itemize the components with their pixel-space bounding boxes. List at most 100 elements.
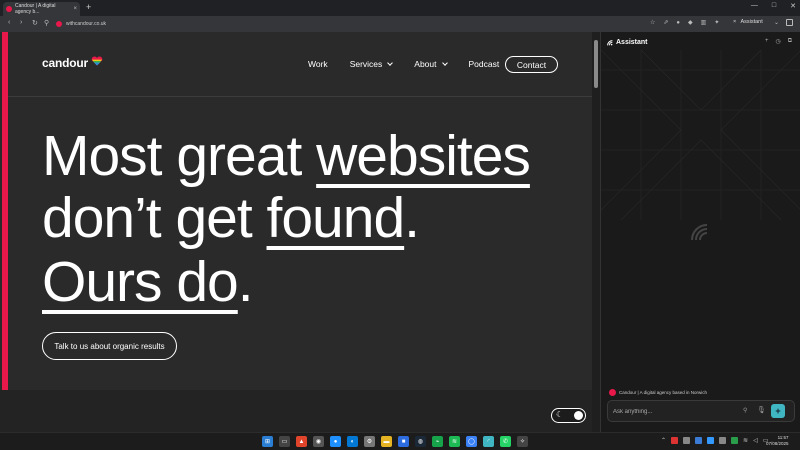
chrome-icon[interactable]: ● [330,436,341,447]
edge-icon[interactable]: ◐ [347,436,358,447]
tab-title: Candour | A digital agency b... [15,3,56,15]
page-context-chip[interactable]: Candour | A digital agency based in Norw… [609,389,707,396]
assistant-input-box: ⚲ 🎙 + [607,400,795,422]
assistant-title: Assistant [616,39,648,46]
site-info-icon[interactable]: ⚲ [44,19,49,27]
nav-about[interactable]: About [414,59,448,69]
history-icon[interactable]: ◷ [775,38,780,45]
nav-work[interactable]: Work [308,59,328,69]
assistant-actions: + ◷ ⧉ [765,38,792,45]
browser-tab-bar: Candour | A digital agency b... × + — □ … [0,0,800,16]
scrollbar-thumb[interactable] [594,40,598,88]
whatsapp-icon[interactable]: ✆ [500,436,511,447]
hero-text: . [237,250,254,314]
back-icon[interactable]: ‹ [8,19,10,26]
forward-icon[interactable]: › [20,19,22,26]
page-scrollbar[interactable] [592,32,600,432]
panel-toggle-icon[interactable] [786,19,793,26]
organic-results-cta-button[interactable]: Talk to us about organic results [42,332,177,360]
assistant-logo-icon [607,40,613,46]
wifi-icon[interactable]: ≋ [743,437,748,444]
app-icon[interactable]: ✧ [517,436,528,447]
chevron-down-icon [387,59,394,66]
moon-icon: ☾ [556,410,564,419]
hero-link-ours-do[interactable]: Ours do [42,250,239,314]
send-button[interactable]: + [771,404,785,418]
candour-logo[interactable]: candour [42,56,88,70]
hero-link-websites[interactable]: websites [316,124,531,188]
chevron-up-icon[interactable]: ⌃ [661,437,666,444]
spotify-icon[interactable]: ≋ [449,436,460,447]
nav-work-label: Work [308,59,328,69]
expand-icon[interactable]: ⧉ [788,38,792,45]
file-explorer-icon[interactable]: ▬ [381,436,392,447]
site-favicon-icon [56,21,62,27]
site-favicon-icon [609,389,616,396]
tray-app-icon[interactable] [719,437,727,444]
taskbar-apps: ⊞ ▭ ▲ ◉ ● ◐ ⚙ ▬ ■ ◍ ⌁ ≋ ◯ ◜ ✆ ✧ [262,436,528,447]
hero-link-found[interactable]: found [267,186,406,250]
nav-services[interactable]: Services [349,59,394,69]
reload-icon[interactable]: ↻ [32,19,38,27]
puzzle-icon[interactable]: ◆ [688,19,693,26]
maximize-icon[interactable]: □ [772,2,776,10]
new-tab-button[interactable]: + [86,2,91,12]
theme-toggle[interactable]: ☾ [551,408,586,423]
store-icon[interactable]: ■ [398,436,409,447]
window-controls: — □ ✕ [751,2,796,10]
app-icon[interactable]: ⌁ [432,436,443,447]
sidebar-icon[interactable]: ▥ [701,19,707,26]
extension-icon[interactable]: ● [676,20,680,26]
nav-services-label: Services [349,59,383,69]
hero-line-1: Most great websites [42,128,531,185]
new-chat-icon[interactable]: + [765,38,769,45]
app-icon[interactable]: ◯ [466,436,477,447]
steam-icon[interactable]: ◍ [415,436,426,447]
chevron-down-icon [441,59,448,66]
decorative-grid [601,50,800,220]
tray-app-icon[interactable] [707,437,715,444]
app-icon[interactable]: ◉ [313,436,324,447]
tray-app-icon[interactable] [683,437,691,444]
chevron-down-icon[interactable]: ⌄ [774,19,779,26]
tab-close-icon[interactable]: × [73,6,77,12]
accent-bar [2,32,8,390]
url-text: withcandour.co.uk [66,21,107,27]
search-icon[interactable]: ⚲ [743,407,747,414]
assistant-side-tab[interactable]: × Assistant [733,19,763,25]
ask-anything-input[interactable] [613,406,733,418]
system-clock[interactable]: 11:57 07/08/2025 [766,435,789,447]
close-window-icon[interactable]: ✕ [790,2,796,10]
volume-icon[interactable]: ◁ [753,437,758,444]
page-context-label: Candour | A digital agency based in Norw… [619,390,707,395]
task-view-icon[interactable]: ▭ [279,436,290,447]
minimize-icon[interactable]: — [751,2,758,10]
tray-app-icon[interactable] [695,437,703,444]
assistant-app-icon[interactable]: ◜ [483,436,494,447]
assistant-panel: Assistant + ◷ ⧉ Candour | A digital agen… [600,32,800,432]
browser-toolbar: ‹ › ↻ ⚲ withcandour.co.uk ☆ ⇗ ● ◆ ▥ ✦ × … [0,16,800,32]
nav-podcast[interactable]: Podcast [469,59,500,69]
microphone-icon[interactable]: 🎙 [757,406,766,414]
settings-icon[interactable]: ⚙ [364,436,375,447]
browser-tab[interactable]: Candour | A digital agency b... × [3,2,80,16]
hero-line-2: don’t get found. [42,190,420,247]
share-icon[interactable]: ⇗ [663,19,668,26]
address-bar[interactable]: withcandour.co.uk [56,18,596,30]
hero-text: Most great [42,124,317,188]
next-section [0,390,592,432]
assistant-tab-close-icon[interactable]: × [733,19,736,25]
hero-text: . [404,186,420,250]
clock-date: 07/08/2025 [766,441,789,446]
assistant-watermark-icon [691,224,708,241]
system-tray: ⌃ ≋ ◁ ▭ [661,437,768,444]
bookmark-star-icon[interactable]: ☆ [650,19,655,26]
contact-button[interactable]: Contact [505,56,558,73]
gear-icon[interactable]: ✦ [714,19,719,26]
tray-app-icon[interactable] [671,437,679,444]
assistant-tab-label: Assistant [740,19,763,25]
header-divider [8,96,592,97]
tray-app-icon[interactable] [731,437,739,444]
windows-start-icon[interactable]: ⊞ [262,436,273,447]
brave-browser-icon[interactable]: ▲ [296,436,307,447]
